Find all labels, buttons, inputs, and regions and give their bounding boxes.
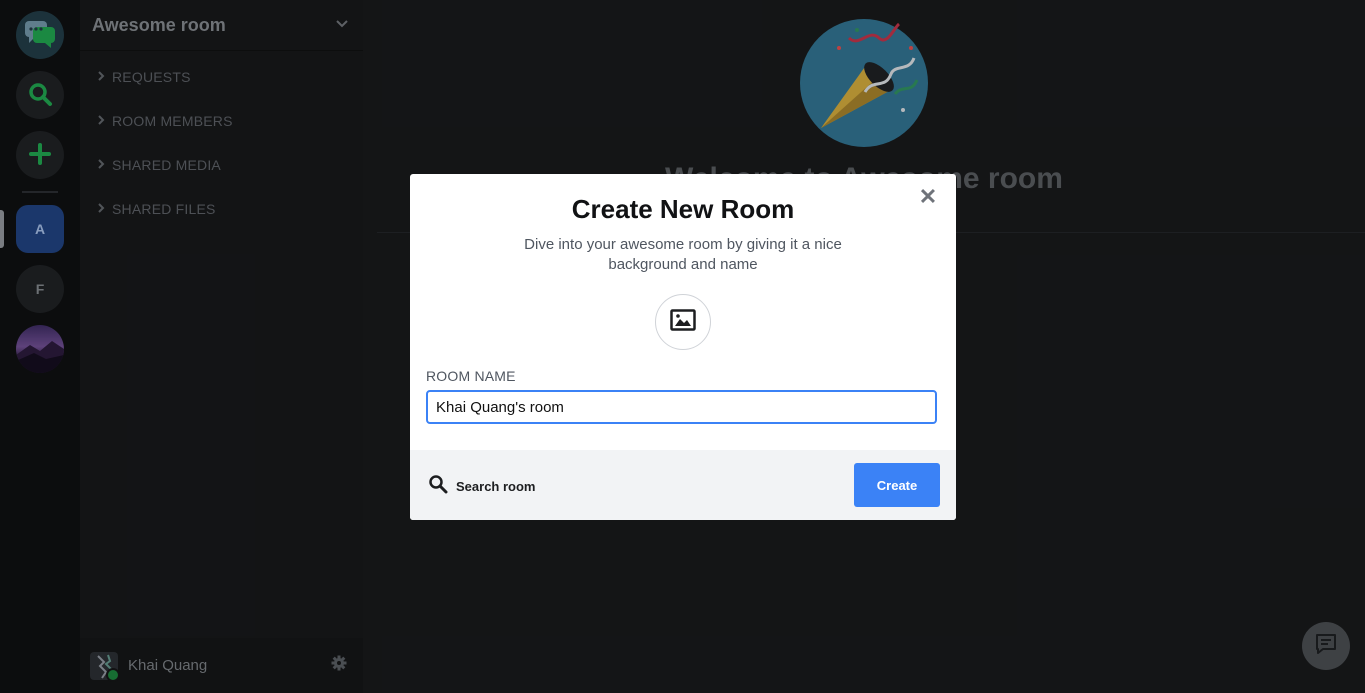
upload-image-button[interactable] bbox=[655, 294, 711, 350]
modal-subtitle: Dive into your awesome room by giving it… bbox=[524, 236, 842, 273]
create-room-modal: ✕ Create New Room Dive into your awesome… bbox=[410, 174, 956, 520]
image-icon bbox=[670, 308, 696, 336]
search-room-link[interactable]: Search room bbox=[428, 474, 535, 499]
room-name-input[interactable] bbox=[426, 390, 937, 424]
search-room-label: Search room bbox=[456, 479, 536, 494]
room-name-label: ROOM NAME bbox=[426, 368, 516, 384]
search-icon bbox=[428, 474, 448, 499]
modal-title: Create New Room bbox=[571, 194, 795, 224]
create-button[interactable]: Create bbox=[854, 463, 940, 507]
modal-footer: Search room Create bbox=[410, 450, 956, 520]
